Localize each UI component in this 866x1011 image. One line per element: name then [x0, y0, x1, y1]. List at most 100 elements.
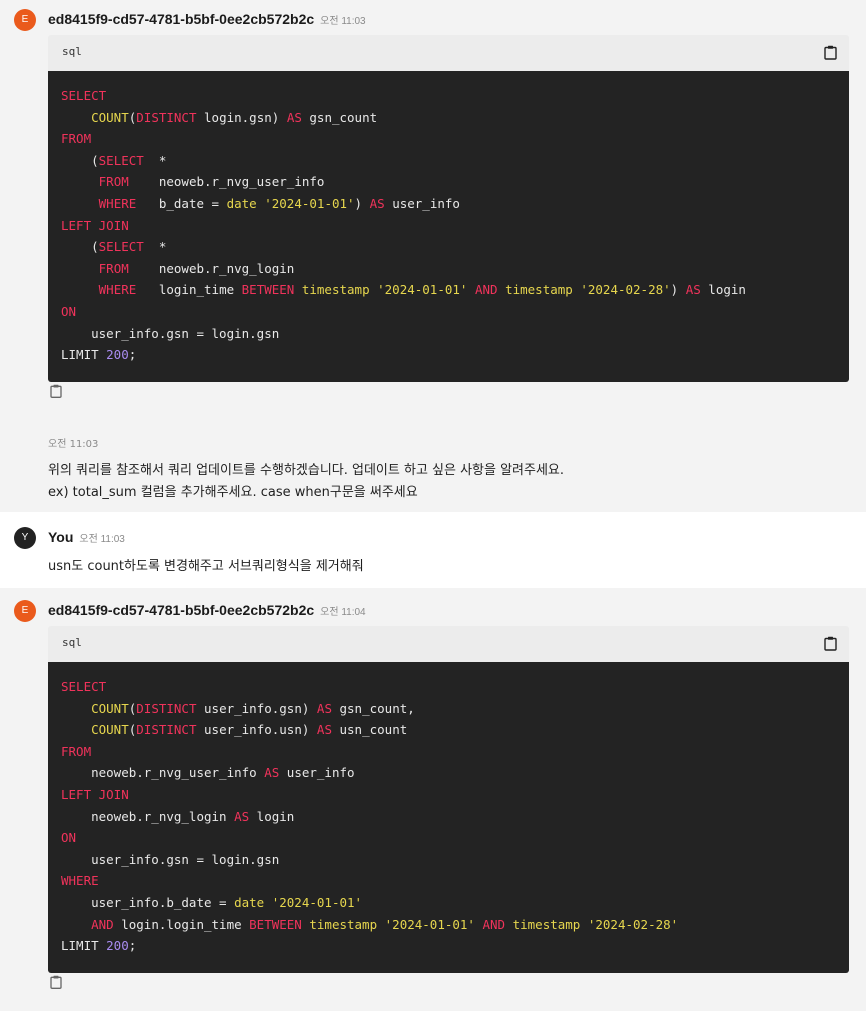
- code-token: 200: [106, 347, 129, 363]
- code-token: LIMIT: [61, 938, 107, 954]
- code-token: AS: [234, 808, 250, 824]
- code-line: neoweb.r_nvg_login AS login: [61, 806, 849, 828]
- message-text: usn도 count하도록 변경해주고 서브쿼리형식을 제거해줘: [48, 559, 364, 574]
- code-token: user_info.usn): [196, 722, 317, 738]
- code-token: COUNT: [91, 109, 129, 125]
- sender-name: ed8415f9-cd57-4781-b5bf-0ee2cb572b2c 오전 1…: [48, 602, 366, 618]
- code-block: sql SELECT COUNT(DISTINCT login.gsn) AS …: [48, 35, 849, 382]
- code-line: LEFT JOIN: [61, 784, 849, 806]
- code-token: AS: [685, 282, 701, 298]
- code-token: date: [226, 195, 257, 211]
- code-token: '2024-02-28': [580, 282, 671, 298]
- code-token: neoweb.r_nvg_login: [61, 808, 235, 824]
- code-line: (SELECT *: [61, 150, 849, 172]
- code-token: LEFT JOIN: [61, 217, 129, 233]
- code-token: (: [61, 239, 99, 255]
- code-body: SELECT COUNT(DISTINCT login.gsn) AS gsn_…: [48, 71, 849, 382]
- code-token: 200: [106, 938, 129, 954]
- code-token: BETWEEN: [241, 282, 295, 298]
- code-token: usn_count: [331, 722, 408, 738]
- clipboard-icon[interactable]: [50, 384, 62, 398]
- sender-label: ed8415f9-cd57-4781-b5bf-0ee2cb572b2c: [48, 602, 315, 618]
- code-token: gsn_count,: [331, 700, 415, 716]
- code-token: timestamp: [505, 282, 573, 298]
- user-message: Y You 오전 11:03 usn도 count하도록 변경해주고 서브쿼리형식…: [0, 512, 866, 588]
- code-token: ON: [61, 830, 77, 846]
- code-token: COUNT: [91, 700, 129, 716]
- code-token: FROM: [98, 260, 129, 276]
- code-token: login.login_time: [113, 916, 250, 932]
- code-line: COUNT(DISTINCT user_info.gsn) AS gsn_cou…: [61, 698, 849, 720]
- code-token: BETWEEN: [249, 916, 302, 932]
- code-token: AS: [316, 722, 332, 738]
- code-line: FROM neoweb.r_nvg_login: [61, 258, 849, 280]
- code-block: sql SELECT COUNT(DISTINCT user_info.gsn)…: [48, 626, 849, 973]
- code-token: '2024-01-01': [377, 282, 468, 298]
- code-language-label: sql: [62, 45, 82, 58]
- code-token: timestamp: [301, 282, 370, 298]
- code-token: user_info: [279, 765, 355, 781]
- code-line: WHERE: [61, 870, 849, 892]
- code-line: ON: [61, 827, 849, 849]
- code-line: SELECT: [61, 85, 849, 107]
- code-token: ): [670, 282, 686, 298]
- code-token: gsn_count: [301, 109, 378, 125]
- code-token: WHERE: [61, 873, 99, 889]
- code-token: FROM: [98, 174, 129, 190]
- code-token: *: [143, 239, 167, 255]
- code-token: LEFT JOIN: [61, 786, 129, 802]
- code-token: DISTINCT: [136, 700, 197, 716]
- sender-name: You 오전 11:03: [48, 529, 125, 545]
- code-line: ON: [61, 301, 849, 323]
- code-line: user_info.b_date = date '2024-01-01': [61, 892, 849, 914]
- code-line: WHERE b_date = date '2024-01-01') AS use…: [61, 193, 849, 215]
- code-line: user_info.gsn = login.gsn: [61, 849, 849, 871]
- code-token: ): [354, 195, 370, 211]
- code-token: (: [61, 152, 99, 168]
- code-token: FROM: [61, 131, 92, 147]
- code-token: date: [234, 894, 265, 910]
- code-line: FROM: [61, 128, 849, 150]
- clipboard-icon[interactable]: [824, 45, 837, 60]
- message-text-line: 위의 쿼리를 참조해서 쿼리 업데이트를 수행하겠습니다. 업데이트 하고 싶은…: [48, 463, 565, 478]
- code-token: WHERE: [98, 282, 137, 298]
- bot-message-1: E ed8415f9-cd57-4781-b5bf-0ee2cb572b2c 오전…: [0, 0, 866, 510]
- code-token: user_info.b_date =: [61, 894, 235, 910]
- code-line: LIMIT 200;: [61, 344, 849, 366]
- code-token: timestamp: [309, 916, 378, 932]
- code-token: FROM: [61, 743, 92, 759]
- bot-message-2: E ed8415f9-cd57-4781-b5bf-0ee2cb572b2c 오전…: [0, 590, 866, 1011]
- code-token: DISTINCT: [136, 109, 197, 125]
- message-time: 오전 11:03: [320, 16, 366, 27]
- code-token: user_info: [384, 195, 460, 211]
- code-token: AS: [369, 195, 385, 211]
- code-token: '2024-02-28': [587, 916, 679, 932]
- message-time: 오전 11:04: [320, 607, 366, 618]
- code-token: COUNT: [91, 722, 129, 738]
- clipboard-icon[interactable]: [824, 636, 837, 651]
- clipboard-icon[interactable]: [50, 975, 62, 989]
- code-token: timestamp: [512, 916, 581, 932]
- code-line: FROM: [61, 741, 849, 763]
- code-token: SELECT: [61, 88, 107, 103]
- code-token: LIMIT: [61, 347, 107, 363]
- code-token: ;: [128, 347, 137, 363]
- code-header: sql: [48, 35, 849, 71]
- code-body: SELECT COUNT(DISTINCT user_info.gsn) AS …: [48, 662, 849, 973]
- code-token: user_info.gsn = login.gsn: [61, 851, 280, 867]
- code-token: neoweb.r_nvg_user_info: [61, 765, 265, 781]
- code-token: WHERE: [98, 195, 137, 211]
- code-token: '2024-01-01': [264, 195, 355, 211]
